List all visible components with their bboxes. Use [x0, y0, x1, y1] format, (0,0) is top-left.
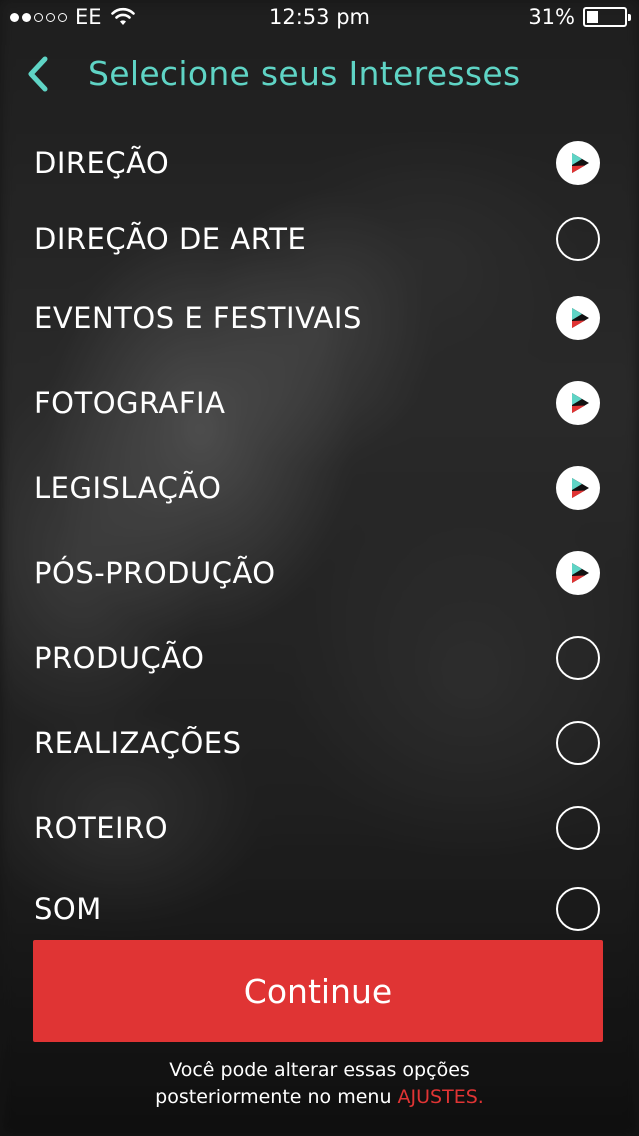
footer-line-2-text: posteriormente no menu: [155, 1086, 398, 1108]
interest-label: REALIZAÇÕES: [34, 726, 242, 760]
unselected-circle-icon[interactable]: [556, 217, 600, 261]
interest-item[interactable]: DIREÇÃO DE ARTE: [0, 204, 639, 274]
battery-icon: [583, 7, 631, 27]
unselected-circle-icon[interactable]: [556, 636, 600, 680]
interest-label: LEGISLAÇÃO: [34, 471, 222, 505]
interest-item[interactable]: EVENTOS E FESTIVAIS: [0, 283, 639, 353]
play-icon: [572, 478, 589, 498]
play-icon: [572, 393, 589, 413]
interest-label: DIREÇÃO DE ARTE: [34, 222, 307, 256]
selected-check-icon[interactable]: [556, 551, 600, 595]
unselected-circle-icon[interactable]: [556, 721, 600, 765]
page-title: Selecione seus Interesses: [88, 54, 521, 93]
selected-check-icon[interactable]: [556, 296, 600, 340]
interest-item[interactable]: FOTOGRAFIA: [0, 368, 639, 438]
interest-item[interactable]: SOM: [0, 874, 639, 944]
status-right: 31%: [528, 5, 631, 29]
interest-item[interactable]: DIREÇÃO: [0, 128, 639, 198]
footer-line-2: posteriormente no menu AJUSTES.: [0, 1084, 639, 1111]
interest-item[interactable]: LEGISLAÇÃO: [0, 453, 639, 523]
settings-link[interactable]: AJUSTES.: [398, 1086, 484, 1108]
interest-item[interactable]: PRODUÇÃO: [0, 623, 639, 693]
interest-label: FOTOGRAFIA: [34, 386, 226, 420]
unselected-circle-icon[interactable]: [556, 887, 600, 931]
battery-level: [587, 11, 598, 23]
unselected-circle-icon[interactable]: [556, 806, 600, 850]
screen: EE 12:53 pm 31% Selecione seus Interesse…: [0, 0, 639, 1136]
interest-item[interactable]: ROTEIRO: [0, 793, 639, 863]
interest-label: DIREÇÃO: [34, 146, 170, 180]
interest-label: ROTEIRO: [34, 811, 169, 845]
continue-button[interactable]: Continue: [33, 940, 603, 1042]
selected-check-icon[interactable]: [556, 141, 600, 185]
status-bar: EE 12:53 pm 31%: [0, 0, 639, 36]
interest-label: PÓS-PRODUÇÃO: [34, 556, 276, 590]
play-icon: [572, 153, 589, 173]
chevron-left-icon: [28, 56, 48, 92]
interest-item[interactable]: REALIZAÇÕES: [0, 708, 639, 778]
selected-check-icon[interactable]: [556, 381, 600, 425]
interest-label: SOM: [34, 892, 102, 926]
battery-percentage: 31%: [528, 5, 575, 29]
header: Selecione seus Interesses: [0, 50, 639, 100]
interest-label: EVENTOS E FESTIVAIS: [34, 301, 362, 335]
play-icon: [572, 308, 589, 328]
footer-note: Você pode alterar essas opções posterior…: [0, 1057, 639, 1111]
footer-line-1: Você pode alterar essas opções: [169, 1059, 470, 1081]
selected-check-icon[interactable]: [556, 466, 600, 510]
interest-item[interactable]: PÓS-PRODUÇÃO: [0, 538, 639, 608]
play-icon: [572, 563, 589, 583]
interest-label: PRODUÇÃO: [34, 641, 205, 675]
back-button[interactable]: [18, 54, 58, 94]
